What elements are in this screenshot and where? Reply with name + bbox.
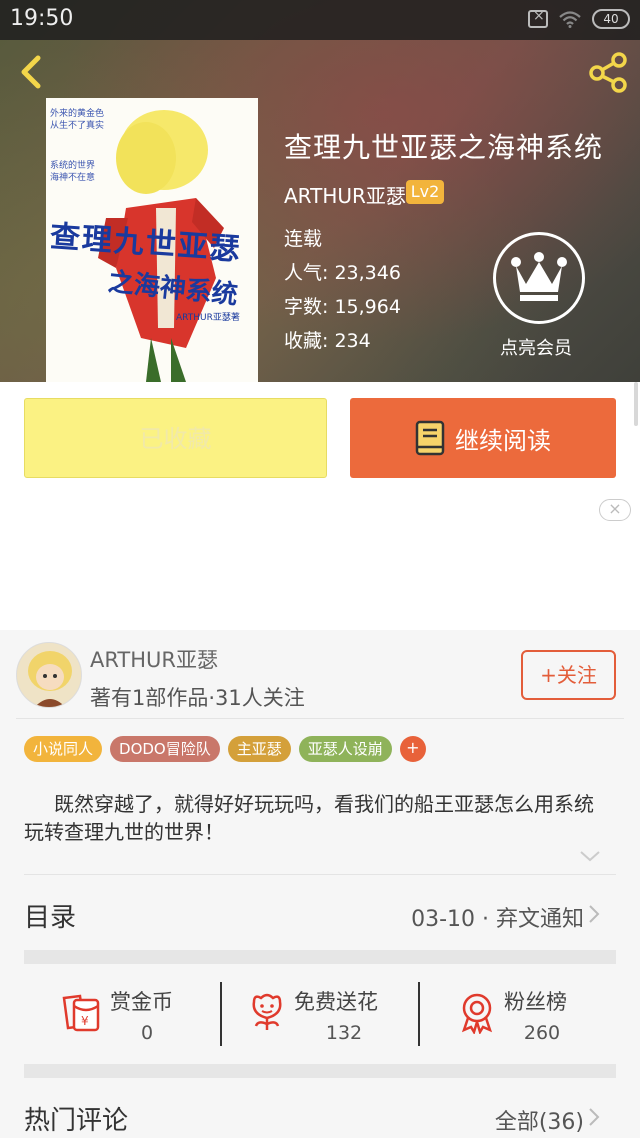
fan-ranking-item[interactable]: 粉丝榜 260 xyxy=(420,964,616,1066)
crown-icon xyxy=(511,252,567,301)
no-sim-icon xyxy=(528,8,548,28)
section-gap xyxy=(24,950,616,964)
free-flower-label: 免费送花 xyxy=(294,990,378,1014)
book-intro: 既然穿越了，就得好好玩玩吗，看我们的船王亚瑟怎么用系统玩转查理九世的世界！ xyxy=(24,792,594,844)
ad-close-icon[interactable]: × xyxy=(599,499,631,521)
expand-chevron-icon[interactable] xyxy=(578,848,602,864)
share-icon[interactable] xyxy=(586,50,630,94)
red-envelope-icon: ¥ xyxy=(62,994,100,1032)
reward-coin-item[interactable]: ¥ 赏金币 0 xyxy=(24,964,220,1066)
book-word-count: 字数: 15,964 xyxy=(284,296,401,318)
hot-comments-label: 热门评论 xyxy=(24,1106,129,1136)
medal-icon xyxy=(461,993,493,1034)
ad-banner[interactable]: × xyxy=(0,494,640,630)
svg-text:从生不了真实: 从生不了真实 xyxy=(50,119,104,131)
svg-text:¥: ¥ xyxy=(81,1014,89,1028)
tag-item[interactable]: 亚瑟人设崩 xyxy=(298,736,392,762)
author-card-stats: 著有1部作品·31人关注 xyxy=(90,686,305,710)
tag-item[interactable]: 小说同人 xyxy=(24,736,103,762)
section-gap xyxy=(24,1064,616,1078)
continue-reading-button[interactable]: 继续阅读 xyxy=(350,398,616,478)
fan-ranking-value: 260 xyxy=(523,1022,561,1044)
reward-coin-label: 赏金币 xyxy=(110,990,173,1014)
toc-label: 目录 xyxy=(24,903,77,933)
add-tag-button[interactable]: + xyxy=(399,736,426,762)
toc-row[interactable]: 目录 03-10 · 弃文通知 xyxy=(0,875,640,951)
reward-coin-value: 0 xyxy=(140,1022,154,1044)
book-popularity: 人气: 23,346 xyxy=(284,262,401,284)
book-favorites: 收藏: 234 xyxy=(284,330,371,352)
author-card-name[interactable]: ARTHUR亚瑟 xyxy=(90,644,218,674)
book-author[interactable]: ARTHUR亚瑟 xyxy=(284,180,406,209)
vip-button[interactable] xyxy=(493,232,585,324)
collected-button[interactable]: 已收藏 xyxy=(24,398,327,478)
scrollbar[interactable] xyxy=(634,382,638,426)
toc-latest: 03-10 · 弃文通知 xyxy=(411,907,584,932)
tag-item[interactable]: DODO冒险队 xyxy=(110,736,220,762)
free-flower-value: 132 xyxy=(325,1022,363,1044)
tag-item[interactable]: 主亚瑟 xyxy=(227,736,291,762)
flower-icon xyxy=(252,993,282,1030)
back-icon[interactable] xyxy=(14,52,48,92)
fan-ranking-label: 粉丝榜 xyxy=(504,990,567,1014)
free-flower-item[interactable]: 免费送花 132 xyxy=(222,964,418,1066)
tag-list: 小说同人 DODO冒险队 主亚瑟 亚瑟人设崩 + xyxy=(24,736,426,762)
status-time: 19:50 xyxy=(10,6,74,31)
chevron-right-icon xyxy=(589,1108,600,1126)
continue-reading-label: 继续阅读 xyxy=(455,426,551,455)
status-icons: 40 xyxy=(528,8,630,29)
follow-button[interactable]: +关注 xyxy=(521,650,616,700)
svg-text:系统的世界: 系统的世界 xyxy=(50,159,95,171)
author-section: ARTHUR亚瑟 著有1部作品·31人关注 +关注 小说同人 DODO冒险队 主… xyxy=(0,630,640,1138)
author-level-badge: Lv2 xyxy=(406,180,444,204)
avatar-illustration xyxy=(17,643,81,707)
book-cover[interactable]: 外来的黄金色 从生不了真实 系统的世界 海神不在意 查理九世亚瑟 之海神系统 A… xyxy=(46,98,258,382)
chevron-right-icon xyxy=(589,905,600,923)
book-icon xyxy=(415,420,445,456)
vip-label: 点亮会员 xyxy=(500,338,572,359)
book-title: 查理九世亚瑟之海神系统 xyxy=(284,131,604,164)
book-status: 连载 xyxy=(284,228,323,250)
svg-text:外来的黄金色: 外来的黄金色 xyxy=(50,107,104,119)
cover-author: ARTHUR亚瑟著 xyxy=(176,313,240,323)
battery-indicator: 40 xyxy=(592,9,630,29)
gift-bar: ¥ 赏金币 0 免费送花 132 粉丝榜 260 xyxy=(24,964,616,1066)
book-header: 19:50 40 xyxy=(0,0,640,382)
action-bar: 已收藏 继续阅读 xyxy=(0,382,640,494)
all-comments-link[interactable]: 全部(36) xyxy=(495,1104,584,1136)
author-avatar[interactable] xyxy=(16,642,82,708)
status-bar: 19:50 40 xyxy=(0,0,640,40)
divider xyxy=(16,718,624,719)
wifi-icon xyxy=(559,11,581,28)
svg-text:海神不在意: 海神不在意 xyxy=(50,171,95,183)
